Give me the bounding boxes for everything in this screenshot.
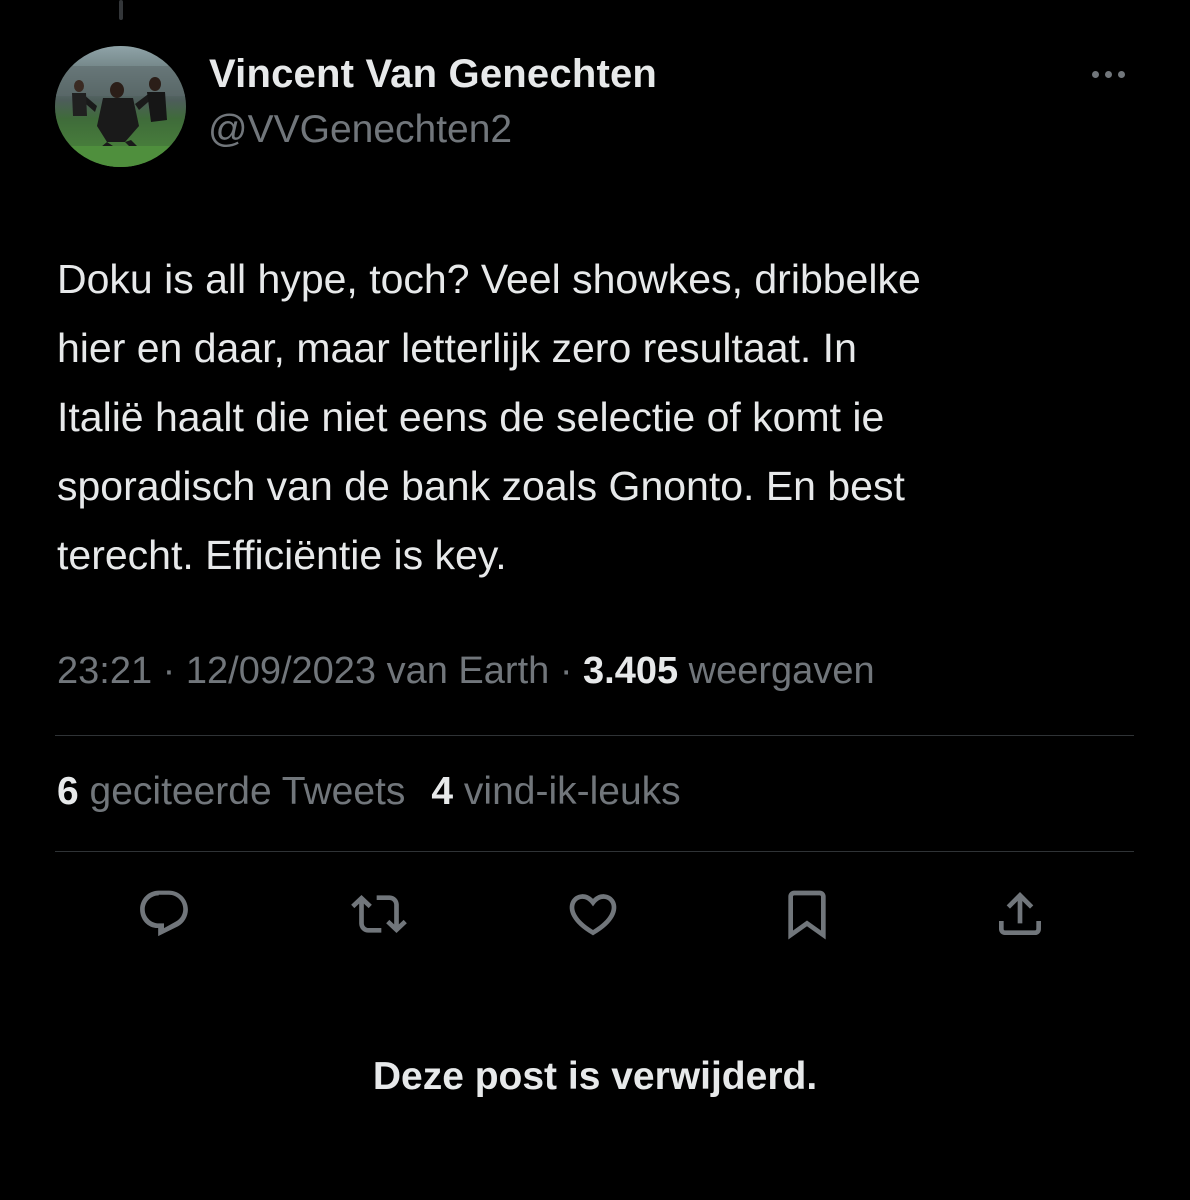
like-button[interactable] — [561, 882, 625, 946]
author-handle[interactable]: @VVGenechten2 — [208, 108, 512, 152]
author-display-name[interactable]: Vincent Van Genechten — [209, 52, 657, 97]
share-icon — [999, 892, 1041, 935]
avatar-image — [55, 46, 186, 167]
thread-connector-line — [119, 0, 123, 20]
divider — [55, 735, 1134, 736]
divider — [55, 851, 1134, 852]
deleted-post-notice: Deze post is verwijderd. — [372, 1055, 818, 1098]
reply-icon — [140, 890, 188, 937]
retweet-icon — [351, 895, 407, 933]
views-label: weergaven — [678, 650, 875, 692]
tweet-text: Doku is all hype, toch? Veel showkes, dr… — [57, 256, 921, 578]
retweet-button[interactable] — [347, 882, 411, 946]
more-options-icon — [1091, 70, 1099, 78]
tweet-timestamp[interactable]: 23:21 · 12/09/2023 van Earth · — [57, 650, 583, 692]
like-label: vind-ik-leuks — [463, 770, 681, 813]
bookmark-icon — [788, 890, 826, 940]
like-count: 4 — [431, 770, 454, 813]
tweet-meta: 23:21 · 12/09/2023 van Earth · 3.405 wee… — [57, 650, 875, 693]
share-button[interactable] — [988, 882, 1052, 946]
like-icon — [569, 894, 617, 936]
bookmark-button[interactable] — [775, 882, 839, 946]
likes-stat[interactable]: 4 vind-ik-leuks — [431, 770, 680, 814]
quote-tweets-stat[interactable]: 6 geciteerde Tweets — [57, 770, 405, 814]
reply-button[interactable] — [132, 882, 196, 946]
more-options-button[interactable] — [1082, 54, 1134, 94]
avatar[interactable] — [55, 46, 186, 167]
quote-label: geciteerde Tweets — [89, 770, 406, 813]
views-count: 3.405 — [583, 650, 679, 692]
more-options-icon-dot — [1104, 70, 1112, 78]
action-bar — [0, 882, 1190, 946]
more-options-icon-dot — [1117, 70, 1125, 78]
engagement-stats: 6 geciteerde Tweets 4 vind-ik-leuks — [57, 770, 681, 814]
quote-count: 6 — [57, 770, 79, 813]
